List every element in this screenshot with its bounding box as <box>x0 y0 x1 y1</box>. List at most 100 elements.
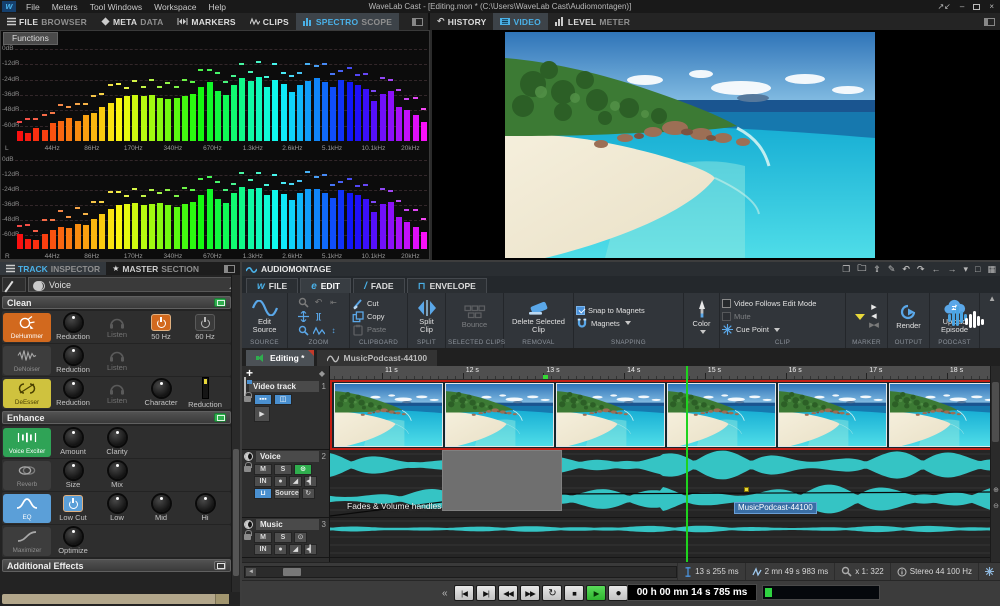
button-edit-source[interactable]: Edit Source <box>244 299 285 335</box>
notes-icon[interactable]: ✎ <box>888 264 896 275</box>
follow-edit-button[interactable]: ◫ <box>274 394 292 405</box>
clip-name-label[interactable]: MusicPodcast-44100 <box>734 502 817 514</box>
menu-meters[interactable]: Meters <box>46 2 84 12</box>
forward-button[interactable]: ▶▶ <box>520 585 540 601</box>
control-mix[interactable]: Mix <box>95 462 139 489</box>
control-60-hz[interactable]: 60 Hz <box>183 314 227 341</box>
time-display[interactable]: 00 h 00 mn 14 s 785 ms <box>627 584 757 601</box>
knob-reduction[interactable] <box>65 380 82 397</box>
ribbon-tab-envelope[interactable]: ⊓ENVELOPE <box>407 278 487 293</box>
input-button[interactable]: IN <box>254 544 272 555</box>
source-button[interactable]: Source <box>274 488 300 499</box>
ruler-cue-marker[interactable] <box>543 375 548 379</box>
zoom-in-tool-icon[interactable] <box>297 324 311 337</box>
control-50-hz[interactable]: 50 Hz <box>139 314 183 341</box>
control-mid[interactable]: Mid <box>139 495 183 522</box>
to-end-button[interactable]: ▶| <box>476 585 496 601</box>
tab-mastersection[interactable]: ★MASTERSECTION <box>106 262 205 275</box>
timeline-vertical-scrollbar[interactable]: ⊕ ⊖ <box>990 366 1000 562</box>
record-icon[interactable]: ● <box>274 544 287 555</box>
power-button-60-hz[interactable] <box>195 314 215 331</box>
menu-file[interactable]: File <box>20 2 46 12</box>
item-cue-point[interactable]: Cue Point <box>722 324 780 336</box>
tab-video[interactable]: VIDEO <box>493 13 547 30</box>
control-clarity[interactable]: Clarity <box>95 429 139 456</box>
timeline[interactable]: 11 s12 s13 s14 s15 s16 s17 s18 s F <box>330 366 990 562</box>
playhead-cursor[interactable] <box>686 366 688 562</box>
track-options-icon[interactable]: ◆ <box>319 369 325 378</box>
section-toggle-button[interactable] <box>214 413 226 422</box>
control-listen[interactable]: Listen <box>95 349 139 372</box>
knob-mid[interactable] <box>153 495 170 512</box>
knob-clarity[interactable] <box>109 429 126 446</box>
button-split-clip[interactable]: Split Clip <box>410 299 443 335</box>
music-track-header[interactable]: Music3MS⊙IN●◢◂▎ <box>242 518 329 558</box>
tab-trackinspector[interactable]: TRACKINSPECTOR <box>0 262 106 275</box>
music-clip-row[interactable] <box>330 518 990 558</box>
selection-box[interactable] <box>442 450 562 511</box>
speaker-icon[interactable]: ◂▎ <box>304 476 317 487</box>
ribbon-tab-file[interactable]: wFILE <box>246 278 298 293</box>
knob-mix[interactable] <box>109 462 126 479</box>
transport-collapse-button[interactable]: « <box>442 588 448 599</box>
module-button-reverb[interactable]: Reverb <box>3 461 51 490</box>
zoom-out-icon[interactable]: ⊖ <box>992 502 1000 512</box>
knob-low[interactable] <box>109 495 126 512</box>
voice-clip-row[interactable]: Fades & Volume handles MusicPodcast-4410… <box>330 450 990 518</box>
input-button[interactable]: IN <box>254 476 272 487</box>
envelope-handle[interactable] <box>744 487 749 492</box>
knob-amount[interactable] <box>65 429 82 446</box>
fullscreen-icon[interactable]: ↗↙ <box>937 2 950 12</box>
filter-icon[interactable]: ▾ <box>964 264 969 275</box>
time-ruler[interactable]: 11 s12 s13 s14 s15 s16 s17 s18 s <box>330 366 990 380</box>
knob-character[interactable] <box>153 380 170 397</box>
edit-tool-button[interactable] <box>2 277 26 292</box>
lock-icon[interactable] <box>244 466 251 472</box>
tab-markers[interactable]: MARKERS <box>170 13 242 30</box>
voice-track-header[interactable]: Voice2MS⊙IN●◢◂▎⊔Source↻ <box>242 450 329 518</box>
control-optimize[interactable]: Optimize <box>51 528 95 555</box>
minimize-icon[interactable]: – <box>960 2 964 12</box>
refresh-icon[interactable]: ↻ <box>302 488 315 499</box>
document-tab-editing[interactable]: Editing * <box>246 350 314 366</box>
pane-options-icon[interactable] <box>412 18 423 26</box>
control-listen[interactable]: Listen <box>95 382 139 405</box>
status-13-s-255-ms[interactable]: 13 s 255 ms <box>677 563 745 580</box>
module-button-deesser[interactable]: DeEsser <box>3 379 51 408</box>
timeline-horizontal-scrollbar[interactable]: ◄ <box>244 566 677 578</box>
pane-options-icon[interactable]: ▦ <box>987 264 996 275</box>
track-name-label[interactable]: Music <box>256 519 319 530</box>
solo-button[interactable]: S <box>274 464 292 475</box>
play-button[interactable]: ▶ <box>586 585 606 601</box>
menu-help[interactable]: Help <box>202 2 231 12</box>
tab-spectroscope[interactable]: SPECTROSCOPE <box>296 13 399 30</box>
item-magnets[interactable]: Magnets <box>576 317 631 329</box>
close-icon[interactable]: × <box>989 2 994 12</box>
checkbox-snap-to-magnets[interactable] <box>576 306 585 315</box>
button-render[interactable]: Render <box>894 303 923 331</box>
control-reduction[interactable]: Reduction <box>51 380 95 407</box>
control-amount[interactable]: Amount <box>51 429 95 456</box>
functions-button[interactable]: Functions <box>3 32 58 45</box>
envelope-button[interactable]: ⊔ <box>254 488 272 499</box>
status-stereo-44-100-hz[interactable]: Stereo 44 100 Hz <box>890 563 978 580</box>
track-name-label[interactable]: Video track <box>249 381 319 392</box>
lock-icon[interactable] <box>244 396 251 402</box>
zoom-vertical-icon[interactable]: ↕ <box>327 324 341 337</box>
status-extra-icon[interactable] <box>978 563 1000 580</box>
to-start-button[interactable]: |◀ <box>454 585 474 601</box>
zoom-selection-icon[interactable] <box>297 296 311 309</box>
control-hi[interactable]: Hi <box>183 495 227 522</box>
video-clip-row[interactable] <box>330 380 990 450</box>
monitor-button[interactable]: ⊙ <box>294 464 312 475</box>
module-button-denoiser[interactable]: DeNoiser <box>3 346 51 375</box>
zoom-clip-icon[interactable]: ][ <box>312 310 326 323</box>
zoom-audio-icon[interactable] <box>312 324 326 337</box>
control-reduction[interactable]: Reduction <box>183 377 227 409</box>
control-reduction[interactable]: Reduction <box>51 314 95 341</box>
knob-optimize[interactable] <box>65 528 82 545</box>
section-header-clean[interactable]: Clean <box>2 296 231 309</box>
inspector-scrollbar[interactable] <box>231 275 240 592</box>
undo-icon[interactable]: ↶ <box>902 264 910 275</box>
item-paste[interactable]: Paste <box>352 324 386 336</box>
